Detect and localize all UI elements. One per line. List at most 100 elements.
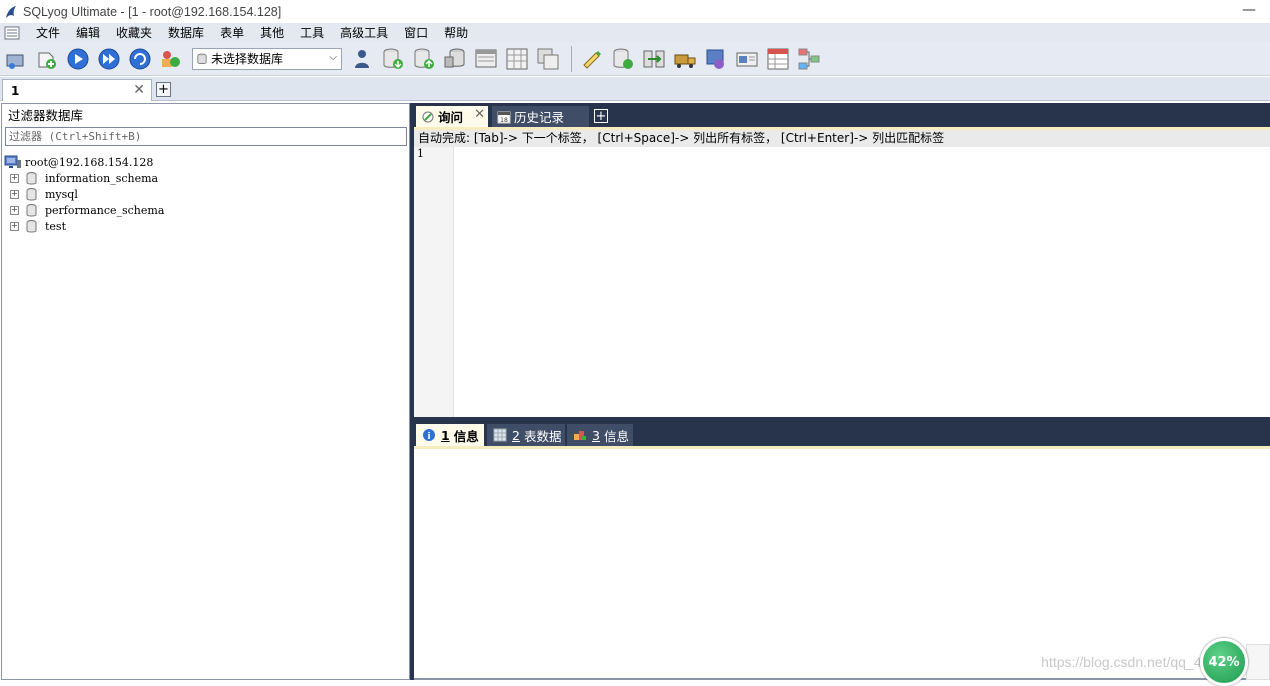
tree-item-test[interactable]: + test <box>4 218 164 234</box>
tab-query[interactable]: 询问 ✕ <box>416 106 488 127</box>
database-icon <box>26 220 37 233</box>
tab-table-data[interactable]: 2 表数据 <box>487 424 565 446</box>
menu-edit[interactable]: 编辑 <box>68 24 108 41</box>
tree-root-connection[interactable]: root@192.168.154.128 <box>4 154 164 170</box>
add-connection-tab-button[interactable]: + <box>156 82 171 97</box>
users-icon <box>159 47 183 71</box>
toolbar-schema-designer-button[interactable] <box>578 45 606 73</box>
tree-root-label: root@192.168.154.128 <box>25 156 153 169</box>
toolbar-query-builder-button[interactable] <box>609 45 637 73</box>
menu-advanced-tools[interactable]: 高级工具 <box>332 24 396 41</box>
sql-editor[interactable]: 1 <box>414 147 1270 417</box>
table-grid-icon <box>493 428 507 442</box>
connection-tab-bar: 1 ✕ + <box>0 77 1270 101</box>
tab-messages-number: 1 <box>441 428 450 443</box>
menu-help[interactable]: 帮助 <box>436 24 476 41</box>
tree-item-mysql[interactable]: + mysql <box>4 186 164 202</box>
toolbar-execute-all-button[interactable] <box>95 45 123 73</box>
toolbar-users-button[interactable] <box>157 45 185 73</box>
result-tab-bar: i 1 信息 2 表数据 3 信息 <box>414 422 1270 446</box>
network-speed-panel <box>1246 644 1270 680</box>
svg-text:18: 18 <box>500 117 508 124</box>
menu-other[interactable]: 其他 <box>252 24 292 41</box>
toolbar-backup-db-button[interactable] <box>379 45 407 73</box>
tab-table-data-label: 表数据 <box>524 426 562 445</box>
menu-bar: 文件 编辑 收藏夹 数据库 表单 其他 工具 高级工具 窗口 帮助 <box>0 23 1270 42</box>
document-menu-icon[interactable] <box>4 26 20 40</box>
user-manager-icon <box>350 47 374 71</box>
pencil-icon <box>580 47 604 71</box>
tree-item-performance-schema[interactable]: + performance_schema <box>4 202 164 218</box>
toolbar-data-sync-button[interactable] <box>640 45 668 73</box>
migration-icon <box>704 47 728 71</box>
toolbar-table-diagnostics-button[interactable] <box>764 45 792 73</box>
toolbar-schema-sync-button[interactable] <box>472 45 500 73</box>
table-grid-icon <box>505 47 529 71</box>
close-icon[interactable]: ✕ <box>133 82 145 98</box>
toolbar-schema-tree-button[interactable] <box>795 45 823 73</box>
execute-play-icon <box>66 47 90 71</box>
line-number: 1 <box>417 147 424 160</box>
connect-icon <box>4 47 28 71</box>
toolbar-separator <box>571 46 572 72</box>
sqlyog-dolphin-icon <box>3 4 19 20</box>
data-sync-icon <box>642 47 666 71</box>
filter-input[interactable]: 过滤器 (Ctrl+Shift+B) <box>5 127 407 146</box>
window-title: SQLyog Ultimate - [1 - root@192.168.154.… <box>23 5 281 19</box>
close-icon[interactable]: ✕ <box>474 107 485 122</box>
tree-item-information-schema[interactable]: + information_schema <box>4 170 164 186</box>
import-truck-icon <box>673 47 697 71</box>
calendar-icon: 18 <box>497 110 511 124</box>
toolbar-user-manager-button[interactable] <box>348 45 376 73</box>
database-select[interactable]: 未选择数据库 ⌵ <box>192 48 342 70</box>
database-select-value: 未选择数据库 <box>211 50 283 67</box>
toolbar-restore-db-button[interactable] <box>410 45 438 73</box>
chevron-down-icon: ⌵ <box>329 52 337 63</box>
toolbar-refresh-button[interactable] <box>126 45 154 73</box>
floating-performance-badge[interactable]: 42% <box>1200 638 1248 686</box>
toolbar-table-data-button[interactable] <box>503 45 531 73</box>
toolbar-import-button[interactable] <box>671 45 699 73</box>
database-tree: root@192.168.154.128 + information_schem… <box>4 154 164 234</box>
query-icon <box>421 110 435 124</box>
autocomplete-hint: 自动完成: [Tab]-> 下一个标签， [Ctrl+Space]-> 列出所有… <box>414 130 1270 147</box>
database-export-icon <box>381 47 405 71</box>
add-query-tab-button[interactable]: + <box>594 109 608 123</box>
menu-database[interactable]: 数据库 <box>160 24 212 41</box>
menu-file[interactable]: 文件 <box>28 24 68 41</box>
object-browser-header: 过滤器数据库 <box>2 104 409 125</box>
database-copy-icon <box>443 47 467 71</box>
toolbar-migration-button[interactable] <box>702 45 730 73</box>
expand-plus-icon[interactable]: + <box>10 222 19 231</box>
tab-messages-label: 信息 <box>454 426 479 445</box>
database-icon <box>26 188 37 201</box>
toolbar-execute-button[interactable] <box>64 45 92 73</box>
minimize-button[interactable]: — <box>1242 2 1256 18</box>
tree-item-label: mysql <box>45 188 78 201</box>
menu-table[interactable]: 表单 <box>212 24 252 41</box>
tab-info-label: 信息 <box>604 426 629 445</box>
toolbar-copy-db-button[interactable] <box>441 45 469 73</box>
tree-item-label: information_schema <box>45 172 158 185</box>
server-icon <box>4 155 22 169</box>
expand-plus-icon[interactable]: + <box>10 206 19 215</box>
line-number-gutter: 1 <box>414 147 454 417</box>
toolbar-connect-button[interactable] <box>2 45 30 73</box>
toolbar-sql-scheduler-button[interactable] <box>733 45 761 73</box>
toolbar-table-structure-button[interactable] <box>534 45 562 73</box>
expand-plus-icon[interactable]: + <box>10 174 19 183</box>
menu-window[interactable]: 窗口 <box>396 24 436 41</box>
tab-history[interactable]: 18 历史记录 <box>492 106 589 127</box>
menu-tools[interactable]: 工具 <box>292 24 332 41</box>
tab-info[interactable]: 3 信息 <box>567 424 633 446</box>
tree-item-label: test <box>45 220 66 233</box>
tab-messages[interactable]: i 1 信息 <box>416 424 484 446</box>
menu-favorites[interactable]: 收藏夹 <box>108 24 160 41</box>
connection-tab-1[interactable]: 1 ✕ <box>2 79 152 101</box>
database-icon <box>26 204 37 217</box>
toolbar-new-connection-button[interactable] <box>33 45 61 73</box>
query-builder-icon <box>611 47 635 71</box>
result-accent-line <box>414 446 1270 449</box>
tree-item-label: performance_schema <box>45 204 164 217</box>
expand-plus-icon[interactable]: + <box>10 190 19 199</box>
